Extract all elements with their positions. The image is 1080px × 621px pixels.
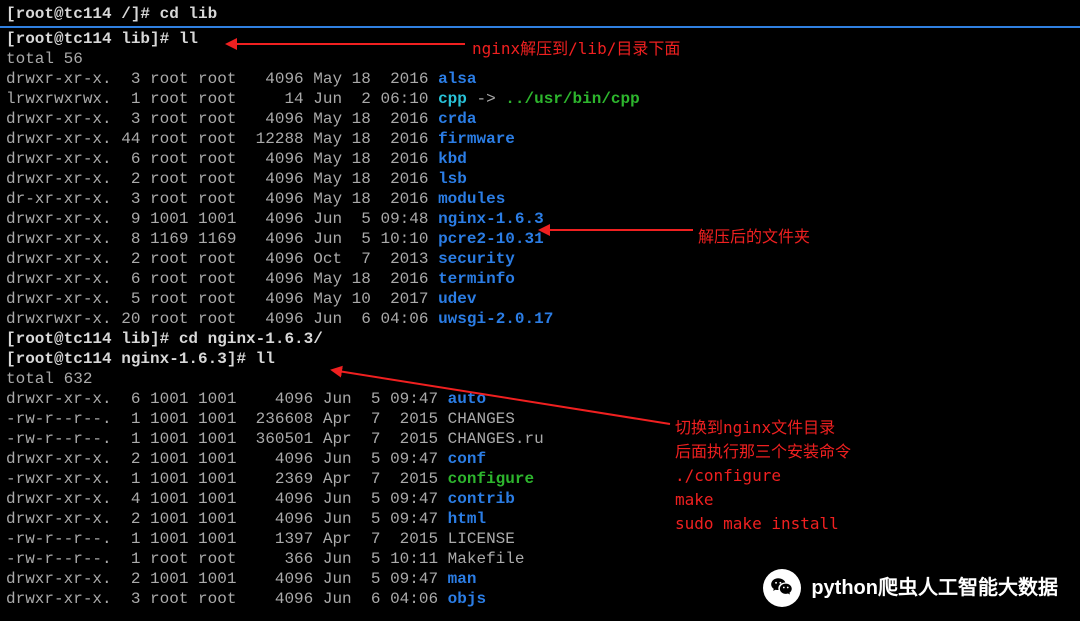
terminal-line: -rw-r--r--. 1 1001 1001 1397 Apr 7 2015 … — [6, 529, 1074, 549]
terminal-line: lrwxrwxrwx. 1 root root 14 Jun 2 06:10 c… — [6, 89, 1074, 109]
annotation-1: nginx解压到/lib/目录下面 — [472, 37, 680, 61]
terminal-line: total 632 — [6, 369, 1074, 389]
terminal-line: dr-xr-xr-x. 3 root root 4096 May 18 2016… — [6, 189, 1074, 209]
annotation-3-line: make — [675, 488, 851, 512]
terminal-line: drwxr-xr-x. 6 1001 1001 4096 Jun 5 09:47… — [6, 389, 1074, 409]
terminal-line: drwxr-xr-x. 44 root root 12288 May 18 20… — [6, 129, 1074, 149]
terminal-line: [root@tc114 /]# cd lib — [6, 4, 1074, 24]
terminal-line: drwxr-xr-x. 9 1001 1001 4096 Jun 5 09:48… — [6, 209, 1074, 229]
terminal-line: -rw-r--r--. 1 1001 1001 236608 Apr 7 201… — [6, 409, 1074, 429]
terminal-line: drwxr-xr-x. 2 1001 1001 4096 Jun 5 09:47… — [6, 449, 1074, 469]
terminal-line: drwxrwxr-x. 20 root root 4096 Jun 6 04:0… — [6, 309, 1074, 329]
wechat-icon — [763, 569, 801, 607]
terminal-line: -rwxr-xr-x. 1 1001 1001 2369 Apr 7 2015 … — [6, 469, 1074, 489]
annotation-3: 切换到nginx文件目录 后面执行那三个安装命令 ./configure mak… — [675, 416, 851, 536]
terminal-line: drwxr-xr-x. 6 root root 4096 May 18 2016… — [6, 269, 1074, 289]
terminal-line: drwxr-xr-x. 8 1169 1169 4096 Jun 5 10:10… — [6, 229, 1074, 249]
watermark-text: python爬虫人工智能大数据 — [811, 576, 1058, 601]
terminal-line: drwxr-xr-x. 5 root root 4096 May 10 2017… — [6, 289, 1074, 309]
terminal-line: [root@tc114 lib]# cd nginx-1.6.3/ — [6, 329, 1074, 349]
annotation-3-line: ./configure — [675, 464, 851, 488]
terminal-line: drwxr-xr-x. 2 root root 4096 Oct 7 2013 … — [6, 249, 1074, 269]
annotation-3-line: sudo make install — [675, 512, 851, 536]
terminal-line: drwxr-xr-x. 3 root root 4096 May 18 2016… — [6, 69, 1074, 89]
terminal-line: drwxr-xr-x. 6 root root 4096 May 18 2016… — [6, 149, 1074, 169]
annotation-2: 解压后的文件夹 — [698, 225, 810, 249]
terminal-line: drwxr-xr-x. 3 root root 4096 May 18 2016… — [6, 109, 1074, 129]
terminal-line: drwxr-xr-x. 2 1001 1001 4096 Jun 5 09:47… — [6, 509, 1074, 529]
terminal-line: drwxr-xr-x. 4 1001 1001 4096 Jun 5 09:47… — [6, 489, 1074, 509]
terminal-line: -rw-r--r--. 1 root root 366 Jun 5 10:11 … — [6, 549, 1074, 569]
terminal-line: drwxr-xr-x. 2 root root 4096 May 18 2016… — [6, 169, 1074, 189]
annotation-3-line: 后面执行那三个安装命令 — [675, 440, 851, 464]
terminal-line: [root@tc114 nginx-1.6.3]# ll — [6, 349, 1074, 369]
terminal-window: [root@tc114 /]# cd lib [root@tc114 lib]# … — [6, 4, 1074, 609]
terminal-line: -rw-r--r--. 1 1001 1001 360501 Apr 7 201… — [6, 429, 1074, 449]
watermark: python爬虫人工智能大数据 — [763, 569, 1058, 607]
annotation-3-line: 切换到nginx文件目录 — [675, 416, 851, 440]
